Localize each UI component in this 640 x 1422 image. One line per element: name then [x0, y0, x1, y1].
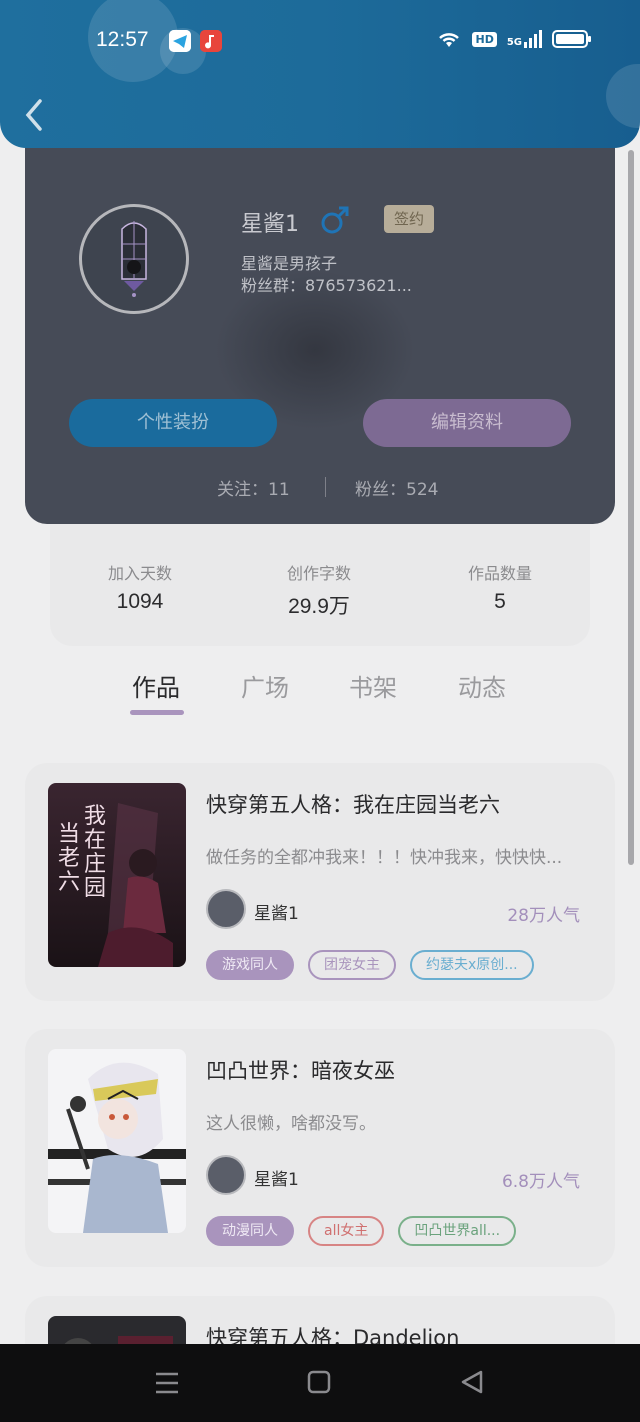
svg-text:当: 当	[58, 822, 80, 847]
bio-text: 星酱是男孩子	[241, 254, 338, 273]
stat-join-days: 加入天数 1094	[107, 564, 172, 613]
book-description: 做任务的全都冲我来！！！快冲我来，快快快...	[206, 848, 563, 868]
stat-word-count: 创作字数 29.9万	[286, 564, 351, 618]
hd-badge: HD	[472, 31, 497, 47]
status-icons: HD 5G	[436, 29, 592, 49]
book-description: 这人很懒，啥都没写。	[206, 1114, 376, 1134]
book-title[interactable]: 快穿第五人格：我在庄园当老六	[206, 789, 500, 819]
following-count[interactable]: 关注：11	[217, 475, 290, 500]
popularity-count: 6.8万人气	[501, 1172, 580, 1192]
system-nav-bar	[0, 1344, 640, 1422]
book-cover[interactable]: 我 在 庄 园 当 老 六	[48, 783, 186, 967]
svg-text:我: 我	[84, 804, 106, 829]
tab-bookshelf[interactable]: 书架	[349, 668, 397, 703]
menu-icon[interactable]	[150, 1368, 184, 1398]
tab-square[interactable]: 广场	[241, 668, 289, 703]
tag[interactable]: 游戏同人	[206, 950, 294, 980]
followers-count[interactable]: 粉丝：524	[355, 475, 438, 500]
music-app-icon	[200, 30, 222, 52]
author-avatar[interactable]	[206, 1155, 246, 1195]
profile-card: 星酱1 签约 星酱是男孩子 粉丝群：876573621... 个性装扮 编辑资料…	[25, 120, 615, 524]
status-time: 12:57	[96, 28, 149, 51]
tab-works[interactable]: 作品	[132, 668, 180, 703]
dress-up-button[interactable]: 个性装扮	[69, 399, 277, 447]
stat-works-count: 作品数量 5	[467, 564, 532, 613]
svg-text:园: 园	[84, 876, 106, 901]
back-triangle-icon[interactable]	[455, 1368, 489, 1398]
book-title[interactable]: 凹凸世界：暗夜女巫	[206, 1055, 395, 1085]
book-cover[interactable]	[48, 1049, 186, 1233]
divider	[325, 477, 326, 497]
tag[interactable]: all女主	[308, 1216, 385, 1246]
edit-profile-button[interactable]: 编辑资料	[363, 399, 571, 447]
author-name[interactable]: 星酱1	[254, 1165, 299, 1190]
tag-list: 游戏同人 团宠女主 约瑟夫x原创...	[206, 950, 534, 980]
book-card[interactable]: 凹凸世界：暗夜女巫 这人很懒，啥都没写。 星酱1 6.8万人气 动漫同人 all…	[25, 1029, 615, 1267]
male-gender-icon	[319, 204, 351, 236]
avatar-image	[121, 221, 147, 297]
signal-icon: 5G	[507, 30, 542, 48]
fans-group-text[interactable]: 粉丝群：876573621...	[241, 272, 412, 296]
decor-bubble	[606, 64, 640, 128]
back-button[interactable]	[20, 96, 48, 134]
tag-list: 动漫同人 all女主 凹凸世界all...	[206, 1216, 517, 1246]
tag[interactable]: 动漫同人	[206, 1216, 294, 1246]
svg-text:老: 老	[58, 846, 80, 871]
signed-badge: 签约	[384, 205, 434, 233]
tag[interactable]: 团宠女主	[308, 950, 396, 980]
svg-text:庄: 庄	[84, 852, 106, 877]
status-bar: 12:57 HD 5G	[0, 22, 640, 62]
home-icon[interactable]	[302, 1368, 336, 1398]
author-name[interactable]: 星酱1	[254, 899, 299, 924]
tab-activity[interactable]: 动态	[458, 668, 506, 703]
follow-stats: 关注：11 粉丝：524	[25, 475, 615, 500]
telegram-icon	[169, 30, 191, 52]
tab-bar: 作品 广场 书架 动态	[0, 668, 640, 720]
tag[interactable]: 凹凸世界all...	[398, 1216, 517, 1246]
active-tab-indicator	[130, 710, 184, 715]
svg-text:在: 在	[84, 828, 106, 853]
tag[interactable]: 约瑟夫x原创...	[410, 950, 534, 980]
stats-card: 加入天数 1094 创作字数 29.9万 作品数量 5	[50, 510, 590, 646]
scrollbar[interactable]	[628, 150, 634, 865]
popularity-count: 28万人气	[507, 906, 580, 926]
book-card[interactable]: 我 在 庄 园 当 老 六 快穿第五人格：我在庄园当老六 做任务的全都冲我来！！…	[25, 763, 615, 1001]
battery-icon	[552, 30, 591, 48]
author-avatar[interactable]	[206, 889, 246, 929]
avatar[interactable]	[79, 204, 189, 314]
username: 星酱1	[241, 212, 299, 237]
wifi-icon	[439, 33, 460, 47]
svg-text:六: 六	[58, 870, 80, 895]
chevron-left-icon	[25, 99, 42, 131]
